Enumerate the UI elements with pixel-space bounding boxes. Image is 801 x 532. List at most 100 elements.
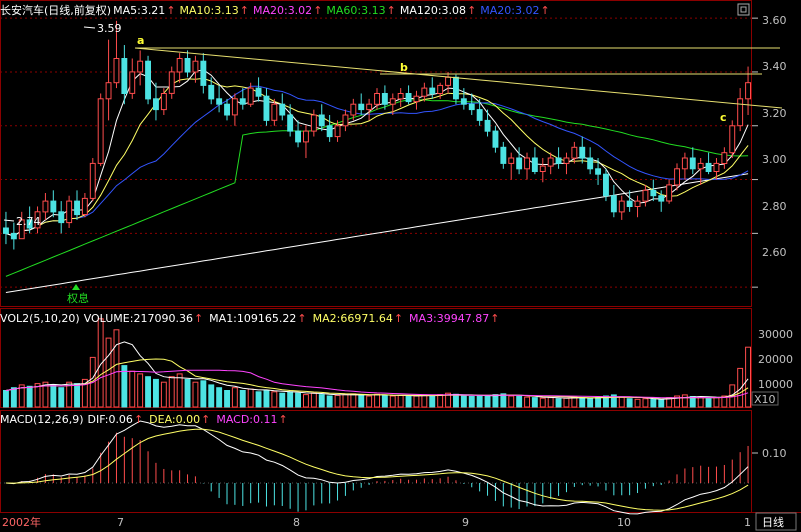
volume-bar (334, 394, 341, 408)
legend-ma20: MA20:3.02 (253, 4, 312, 17)
volume-bar (713, 397, 720, 408)
legend-ma20b: MA20:3.02 (480, 4, 539, 17)
price-candles (3, 20, 751, 250)
candle-body (208, 84, 215, 100)
volume-bar (626, 398, 633, 408)
candle-body (705, 162, 712, 172)
candle-body (224, 103, 231, 116)
price-tick: 2.80 (762, 200, 787, 213)
candle-body (713, 162, 720, 172)
x-label: 8 (293, 516, 300, 529)
annotation-c: c (720, 111, 727, 124)
candle-body (413, 95, 420, 103)
volume-bar (697, 397, 704, 408)
volume-bar (571, 396, 578, 408)
vol-ma2: MA2:66971.64 (313, 312, 393, 325)
vol-tick: 30000 (758, 328, 793, 341)
vol-unit: X10 (754, 393, 776, 406)
candle-body (539, 165, 546, 173)
candle-body (721, 152, 728, 164)
vol-ma1: MA1:109165.22 (209, 312, 296, 325)
macd-legend: MACD(12,26,9) DIF:0.06↑ DEA:0.00↑ MACD:0.11… (0, 413, 288, 426)
candle-body (66, 200, 73, 224)
volume-bar (531, 397, 538, 408)
candle-body (445, 76, 452, 86)
volume-bar (247, 388, 254, 408)
candle-body (334, 125, 341, 138)
volume-bar (279, 392, 286, 408)
candle-body (508, 157, 515, 164)
volume-bars (3, 318, 751, 408)
candle-body (318, 114, 325, 127)
candle-body (358, 103, 365, 111)
candle-body (3, 227, 9, 234)
volume-bar (145, 376, 152, 408)
volume-bar (381, 394, 388, 408)
macd-lines (5, 420, 758, 515)
candle-body (555, 157, 562, 164)
volume-bar (421, 394, 428, 408)
candle-body (381, 93, 388, 105)
volume-bar (539, 397, 546, 408)
volume-bar (350, 393, 357, 408)
candle-body (389, 98, 396, 105)
volume-bar (634, 398, 641, 408)
candle-body (50, 200, 57, 213)
volume-bar (310, 392, 317, 408)
macd-name: MACD(12,26,9) (0, 413, 84, 426)
volume-bar (745, 346, 751, 408)
x-label: 7 (117, 516, 124, 529)
candle-body (176, 58, 183, 73)
volume-bar (318, 394, 325, 408)
candle-body (137, 60, 144, 73)
restore-button[interactable] (737, 3, 750, 16)
vol-ma3: MA3:39947.87 (409, 312, 489, 325)
candle-body (563, 157, 570, 164)
volume-bar (129, 370, 136, 408)
volume-bar (3, 390, 9, 408)
candle-body (689, 157, 696, 170)
volume-bar (192, 381, 199, 408)
price-y-axis: 3.60 3.40 3.20 3.00 2.80 2.60 (762, 14, 787, 259)
candle-body (129, 71, 136, 94)
candle-body (160, 93, 167, 111)
volume-bar (524, 396, 530, 408)
candle-body (58, 211, 65, 224)
candle-body (642, 189, 649, 202)
volume-bar (429, 394, 436, 408)
x-label: 2002年 (2, 515, 41, 529)
candle-body (579, 146, 586, 159)
dif-line (5, 420, 749, 515)
ma60-line (5, 99, 749, 277)
high-price-label: 3.59 (97, 22, 122, 35)
volume-bar (437, 394, 444, 408)
macd-dea: DEA:0.00 (149, 413, 200, 426)
macd-value: MACD:0.11 (216, 413, 277, 426)
candle-body (271, 103, 278, 121)
volume-bar (453, 393, 459, 408)
candle-body (610, 195, 617, 213)
candle-body (279, 103, 286, 116)
volume-bar (176, 373, 183, 408)
candle-body (745, 82, 751, 100)
candle-body (634, 200, 641, 208)
volume-bar (555, 398, 562, 408)
legend-ma60: MA60:3.13 (326, 4, 385, 17)
legend-ma10: MA10:3.13 (180, 4, 239, 17)
candle-body (571, 146, 578, 159)
volume-bar (618, 396, 625, 408)
kline-chart[interactable]: 长安汽车(日线,前复权) MA5:3.21↑ MA10:3.13↑ MA20:3.02… (0, 0, 801, 532)
volume-bar (10, 387, 17, 408)
volume-bar (405, 396, 412, 408)
volume-bar (342, 394, 349, 408)
candle-body (460, 98, 467, 105)
candle-body (310, 114, 317, 132)
volume-bar (326, 395, 333, 408)
candle-body (516, 157, 523, 170)
candle-body (145, 60, 152, 100)
volume-bar (184, 378, 191, 408)
macd-dif: DIF:0.06 (88, 413, 133, 426)
candle-body (666, 184, 673, 202)
candle-body (603, 173, 609, 197)
candle-body (737, 98, 744, 127)
